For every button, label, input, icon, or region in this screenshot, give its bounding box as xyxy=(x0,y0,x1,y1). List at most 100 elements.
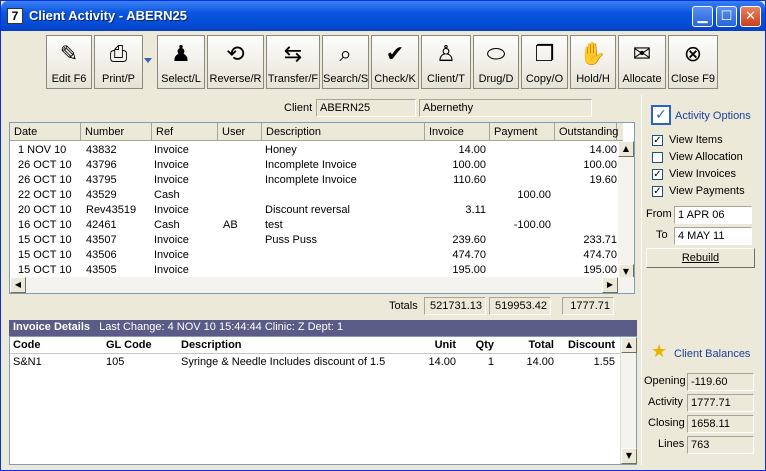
column-header[interactable]: Ref xyxy=(152,123,218,141)
table-cell: Cash xyxy=(154,189,180,201)
table-row[interactable]: 22 OCT 10 43529 Cash 100.00 xyxy=(10,188,617,203)
total-outstanding: 1777.71 xyxy=(562,297,614,315)
view-invoices-checkbox[interactable]: ✓ xyxy=(652,169,663,180)
drug-label: Drug/D xyxy=(478,73,514,85)
copy-button[interactable]: ❐ Copy/O xyxy=(521,35,568,89)
view-payments-checkbox[interactable]: ✓ xyxy=(652,186,663,197)
reverse-button[interactable]: ⟲ Reverse/R xyxy=(207,35,264,89)
view-items-label[interactable]: View Items xyxy=(669,134,723,146)
table-row[interactable]: 26 OCT 10 43796 Invoice Incomplete Invoice 1… xyxy=(10,158,617,173)
client-label: Client/T xyxy=(427,73,465,85)
transfer-icon: ⇆ xyxy=(283,42,303,67)
vertical-scrollbar[interactable]: ▲ ▼ xyxy=(618,141,634,280)
column-header[interactable]: Number xyxy=(81,123,152,141)
details-cell: 14.00 xyxy=(428,356,456,368)
view-items-checkbox[interactable]: ✓ xyxy=(652,135,663,146)
details-scroll-up-icon[interactable]: ▲ xyxy=(621,337,637,353)
table-cell: test xyxy=(265,219,283,231)
column-header[interactable]: Date xyxy=(10,123,81,141)
table-row[interactable]: 15 OCT 10 43507 Invoice Puss Puss 239.60 233.… xyxy=(10,233,617,248)
details-column-header: Code xyxy=(13,339,41,351)
table-row[interactable]: 15 OCT 10 43506 Invoice 474.70 474.70 xyxy=(10,248,617,263)
details-scrollbar[interactable]: ▲ ▼ xyxy=(620,337,637,464)
table-row[interactable]: 1 NOV 10 43832 Invoice Honey 14.00 14.00 xyxy=(10,143,617,158)
options-panel: ✓ Activity Options ✓ View Items View All… xyxy=(641,95,761,465)
table-cell: 14.00 xyxy=(458,144,486,156)
table-cell: 195.00 xyxy=(452,264,486,276)
select-button[interactable]: ♟ Select/L xyxy=(157,35,205,89)
details-column-header: Description xyxy=(181,339,242,351)
closing-label: Closing xyxy=(648,417,685,429)
table-cell: 100.00 xyxy=(517,189,551,201)
view-invoices-label[interactable]: View Invoices xyxy=(669,168,736,180)
column-header[interactable]: User xyxy=(218,123,262,141)
maximize-icon: ☐ xyxy=(720,9,733,24)
hold-icon: ✋ xyxy=(579,42,607,67)
print-button[interactable]: ⎙ Print/P xyxy=(94,35,143,89)
view-allocation-checkbox[interactable] xyxy=(652,152,663,163)
print-dropdown-icon[interactable] xyxy=(144,58,152,63)
table-cell: 1 NOV 10 xyxy=(18,144,67,156)
close-label: Close F9 xyxy=(670,73,716,85)
horizontal-scrollbar[interactable]: ◀ ▶ xyxy=(10,277,634,293)
rebuild-button[interactable]: Rebuild xyxy=(646,248,755,268)
title-bar[interactable]: 7 Client Activity - ABERN25 ▁ ☐ ✕ xyxy=(1,1,765,31)
table-cell: 100.00 xyxy=(583,159,617,171)
table-cell: 43795 xyxy=(86,174,117,186)
scroll-up-icon[interactable]: ▲ xyxy=(618,141,634,157)
window-close-button[interactable]: ✕ xyxy=(740,6,761,27)
details-column-header: GL Code xyxy=(106,339,152,351)
maximize-button[interactable]: ☐ xyxy=(716,6,737,27)
activity-label: Activity xyxy=(648,396,683,408)
table-cell: 239.60 xyxy=(452,234,486,246)
column-header[interactable]: Outstanding xyxy=(555,123,618,141)
details-column-header: Total xyxy=(528,339,554,351)
activity-grid[interactable]: Date Number Ref User Description Invoice Payme… xyxy=(9,122,635,294)
invoice-details-grid[interactable]: ▲ ▼ Code GL Code Description Unit Qty Total Di… xyxy=(9,336,637,465)
scroll-right-icon[interactable]: ▶ xyxy=(602,277,618,293)
reverse-label: Reverse/R xyxy=(209,73,262,85)
to-date-input[interactable]: 4 MAY 11 xyxy=(674,227,752,245)
table-row[interactable]: 26 OCT 10 43795 Invoice Incomplete Invoice 1… xyxy=(10,173,617,188)
drug-button[interactable]: ⬭ Drug/D xyxy=(473,35,519,89)
table-cell: 474.70 xyxy=(452,249,486,261)
column-header[interactable]: Invoice xyxy=(425,123,490,141)
opening-value: -119.60 xyxy=(687,373,754,391)
details-scroll-down-icon[interactable]: ▼ xyxy=(621,448,637,464)
edit-button[interactable]: ✎ Edit F6 xyxy=(46,35,92,89)
check-label: Check/K xyxy=(374,73,416,85)
lines-label: Lines xyxy=(658,438,685,450)
table-row[interactable]: 20 OCT 10 Rev43519 Invoice Discount reversa… xyxy=(10,203,617,218)
view-allocation-label[interactable]: View Allocation xyxy=(669,151,743,163)
hold-button[interactable]: ✋ Hold/H xyxy=(570,35,616,89)
table-cell: Puss Puss xyxy=(265,234,317,246)
view-payments-label[interactable]: View Payments xyxy=(669,185,745,197)
activity-value: 1777.71 xyxy=(687,394,754,412)
allocate-button[interactable]: ✉ Allocate xyxy=(618,35,666,89)
total-invoice: 521731.13 xyxy=(424,297,486,315)
table-cell: 26 OCT 10 xyxy=(18,174,72,186)
table-cell: 15 OCT 10 xyxy=(18,264,72,276)
allocate-label: Allocate xyxy=(622,73,662,85)
close-circle-icon: ⊗ xyxy=(683,42,703,67)
column-header[interactable]: Description xyxy=(262,123,425,141)
close-button[interactable]: ⊗ Close F9 xyxy=(668,35,718,89)
client-balances-title: Client Balances xyxy=(674,348,751,360)
client-name-field: Abernethy xyxy=(419,99,592,117)
table-row[interactable]: 16 OCT 10 42461 Cash AB test -100.00 xyxy=(10,218,617,233)
scroll-left-icon[interactable]: ◀ xyxy=(10,277,26,293)
transfer-button[interactable]: ⇆ Transfer/F xyxy=(266,35,320,89)
check-button[interactable]: ✔ Check/K xyxy=(371,35,419,89)
table-cell: 22 OCT 10 xyxy=(18,189,72,201)
details-cell: 105 xyxy=(106,356,125,368)
client-button[interactable]: ♙ Client/T xyxy=(421,35,471,89)
from-date-input[interactable]: 1 APR 06 xyxy=(674,206,752,224)
table-cell: Invoice xyxy=(154,144,189,156)
minimize-button[interactable]: ▁ xyxy=(692,6,713,27)
table-cell: 233.71 xyxy=(583,234,617,246)
invoice-details-band: Invoice Details Last Change: 4 NOV 10 15… xyxy=(9,320,637,336)
table-cell: 42461 xyxy=(86,219,117,231)
table-row[interactable]: 15 OCT 10 43505 Invoice 195.00 195.00 xyxy=(10,263,617,278)
column-header[interactable]: Payment xyxy=(490,123,555,141)
search-button[interactable]: ⌕ Search/S xyxy=(322,35,369,89)
